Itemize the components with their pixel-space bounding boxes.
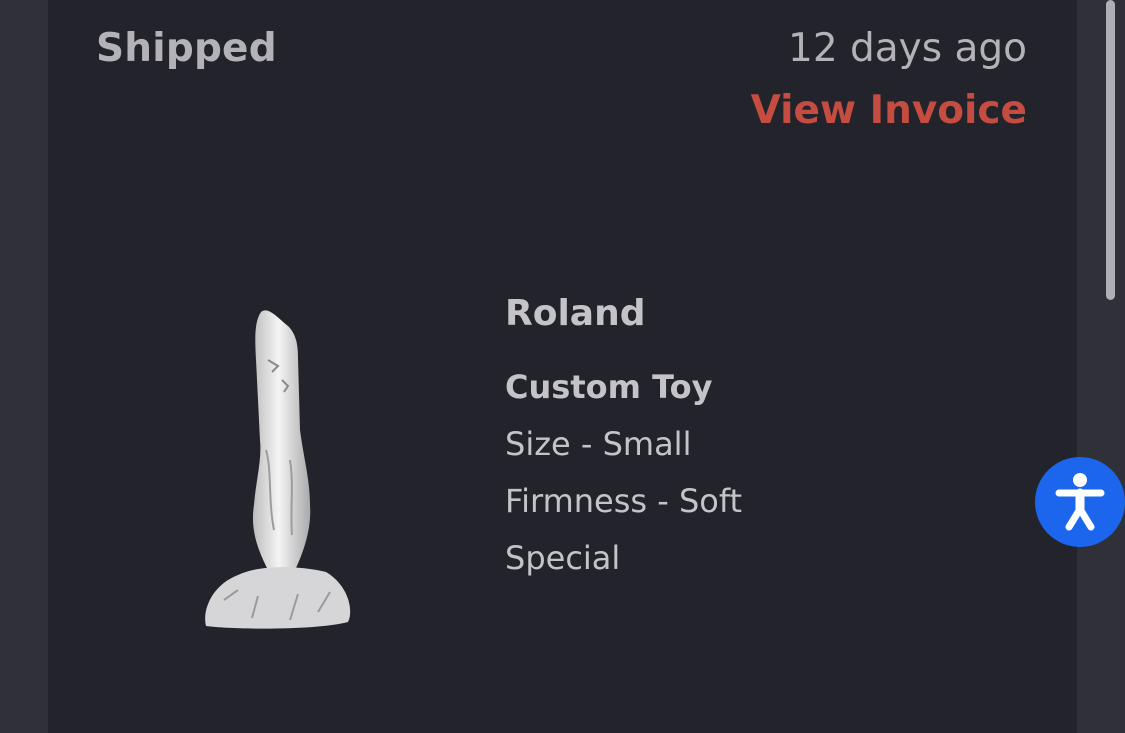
product-info: Roland Custom Toy Size - Small Firmness … [505, 288, 742, 587]
product-type: Custom Toy [505, 368, 713, 406]
scrollbar-thumb[interactable] [1106, 0, 1115, 300]
order-card: Shipped 12 days ago View Invoice Roland … [48, 0, 1077, 733]
product-option-size: Size - Small [505, 425, 692, 463]
accessibility-button[interactable] [1035, 457, 1125, 547]
product-name: Roland [505, 293, 646, 334]
order-status: Shipped [96, 26, 277, 71]
product-option-special: Special [505, 539, 621, 577]
view-invoice-link[interactable]: View Invoice [751, 88, 1027, 133]
product-image [205, 310, 351, 629]
page: Shipped 12 days ago View Invoice Roland … [0, 0, 1125, 733]
accessibility-person-icon [1055, 473, 1105, 531]
product-option-firmness: Firmness - Soft [505, 482, 743, 520]
order-time-ago: 12 days ago [788, 26, 1027, 71]
